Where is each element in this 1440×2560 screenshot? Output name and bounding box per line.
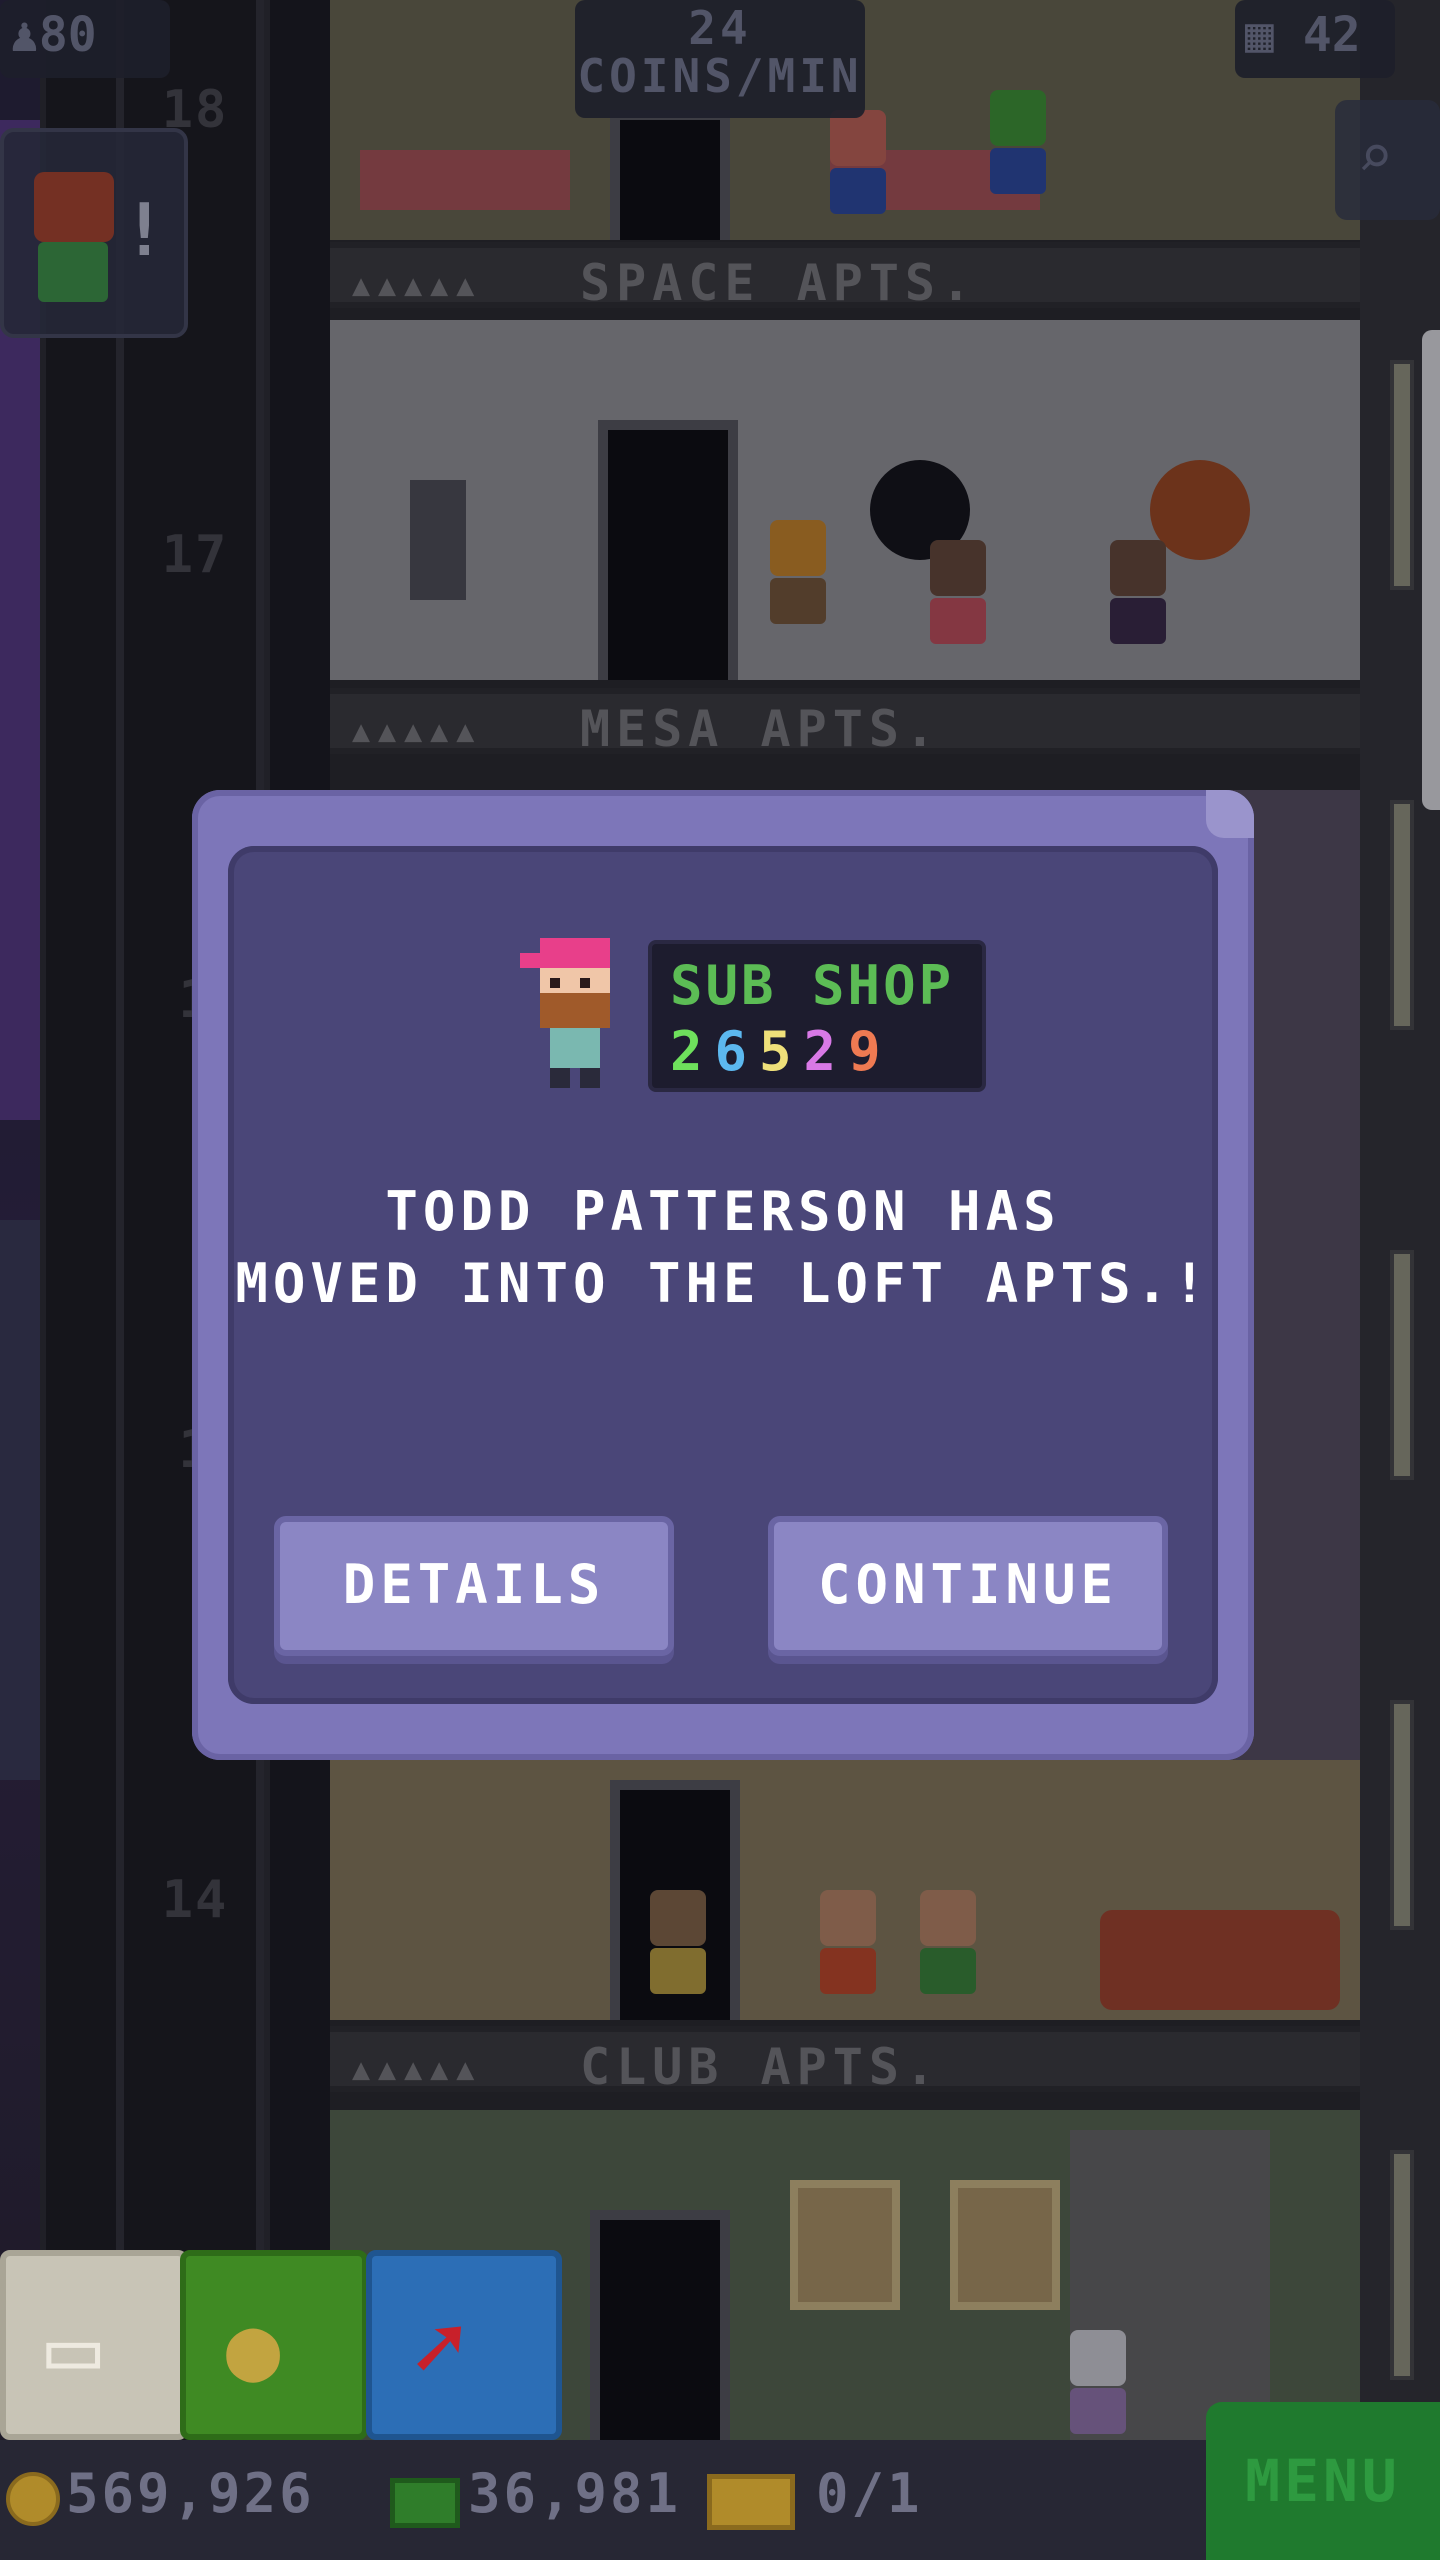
arrow-up-icon: ➚	[412, 2296, 467, 2401]
resident-portrait-icon	[520, 938, 610, 1088]
golden-ticket-count: 0/1	[816, 2462, 923, 2525]
digit: 2	[803, 1020, 849, 1083]
message-line: TODD PATTERSON HAS	[385, 1180, 1061, 1243]
coins-icon: ●	[226, 2296, 281, 2401]
message-line: MOVED INTO THE LOFT APTS.!	[235, 1252, 1211, 1315]
coin-icon	[6, 2472, 60, 2526]
details-button[interactable]: DETAILS	[274, 1516, 674, 1656]
build-floor-button[interactable]: ➚	[366, 2250, 562, 2440]
move-in-message: TODD PATTERSON HAS MOVED INTO THE LOFT A…	[228, 1176, 1218, 1320]
continue-button[interactable]: CONTINUE	[768, 1516, 1168, 1656]
digit: 5	[759, 1020, 804, 1083]
digit: 9	[848, 1020, 893, 1083]
business-name: SUB SHOP	[670, 954, 955, 1017]
inventory-button[interactable]: ▭	[0, 2250, 188, 2440]
bux-amount: 36,981	[468, 2462, 682, 2525]
digit: 6	[714, 1020, 760, 1083]
move-in-dialog: SUB SHOP 26529 TODD PATTERSON HAS MOVED …	[192, 790, 1254, 1760]
dialog-panel: SUB SHOP 26529 TODD PATTERSON HAS MOVED …	[228, 846, 1218, 1704]
menu-button[interactable]: MENU	[1206, 2402, 1440, 2560]
coins-amount: 569,926	[66, 2462, 315, 2525]
golden-ticket-icon	[707, 2474, 795, 2530]
digit: 2	[670, 1020, 715, 1083]
box-icon: ▭	[46, 2296, 101, 2401]
dream-job-number: 26529	[670, 1020, 893, 1083]
bux-shop-button[interactable]: ●	[180, 2250, 368, 2440]
bux-icon	[390, 2478, 460, 2528]
business-card: SUB SHOP 26529	[648, 940, 986, 1092]
